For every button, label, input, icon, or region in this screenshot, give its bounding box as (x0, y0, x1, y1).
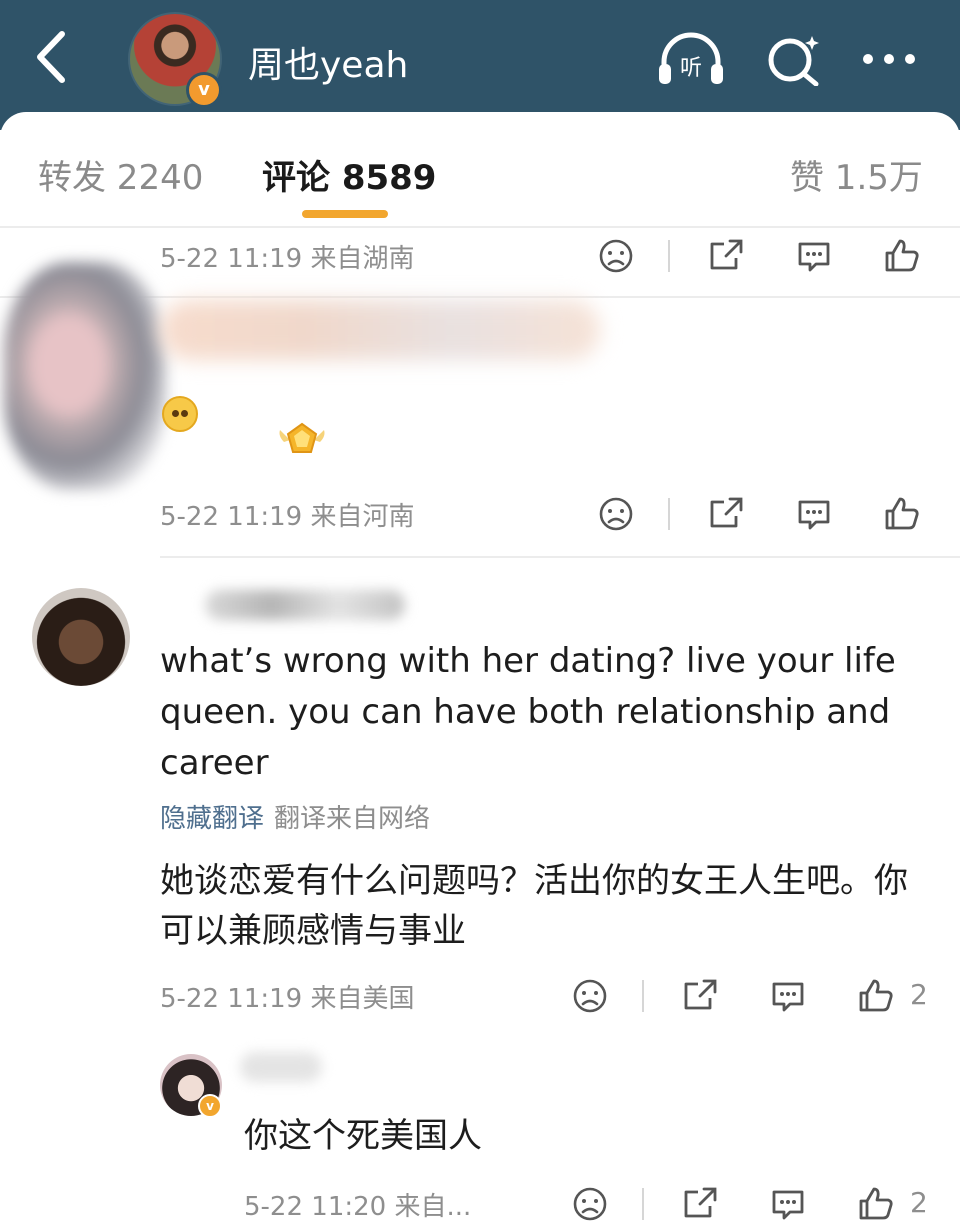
blurred-username (205, 590, 405, 620)
translation-source: 翻译来自网络 (274, 804, 431, 834)
dislike-icon[interactable] (570, 976, 610, 1016)
divider (0, 226, 960, 228)
tab-likes[interactable]: 赞 1.5万 (790, 150, 923, 199)
search-icon[interactable] (762, 32, 826, 87)
hide-translation-link[interactable]: 隐藏翻译 (160, 804, 264, 834)
listen-label: 听 (680, 56, 702, 81)
like-icon[interactable] (882, 236, 922, 276)
reply-icon[interactable] (794, 494, 834, 534)
reply-icon[interactable] (768, 976, 808, 1016)
divider (160, 556, 960, 558)
verified-badge: v (186, 72, 222, 108)
translation-row: 隐藏翻译 翻译来自网络 (160, 798, 430, 835)
tab-bar: 转发 2240 评论 8589 赞 1.5万 (0, 140, 960, 226)
share-icon[interactable] (680, 976, 720, 1016)
comment-translation: 她谈恋爱有什么问题吗？活出你的女王人生吧。你可以兼顾感情与事业 (160, 861, 908, 951)
timestamp: 5-22 11:19 来自河南 (160, 502, 415, 532)
top-bar: v 周也yeah 听 (0, 0, 960, 130)
share-icon[interactable] (706, 494, 746, 534)
separator (642, 980, 644, 1012)
tab-repost[interactable]: 转发 2240 (38, 150, 203, 199)
timestamp: 5-22 11:20 来自... (244, 1192, 472, 1222)
reply-icon[interactable] (794, 236, 834, 276)
dislike-icon[interactable] (596, 236, 636, 276)
dislike-icon[interactable] (596, 494, 636, 534)
comment-meta: 5-22 11:19 来自河南 (160, 494, 940, 538)
more-icon[interactable] (856, 32, 922, 86)
avatar[interactable] (32, 588, 130, 686)
medal-icon (276, 416, 328, 464)
like-count: 2 (910, 1186, 928, 1219)
separator (642, 1188, 644, 1220)
like-icon[interactable] (882, 494, 922, 534)
emoji-icon (162, 396, 198, 432)
tab-comments[interactable]: 评论 8589 (262, 150, 436, 199)
avatar[interactable] (4, 262, 166, 490)
back-icon[interactable] (30, 28, 78, 86)
share-icon[interactable] (680, 1184, 720, 1224)
reply-text: 你这个死美国人 (244, 1116, 482, 1156)
like-count: 2 (910, 978, 928, 1011)
comment-meta: 5-22 11:20 来自... 2 (244, 1184, 940, 1227)
timestamp: 5-22 11:19 来自美国 (160, 984, 415, 1014)
like-icon[interactable] (856, 1184, 896, 1224)
reply-icon[interactable] (768, 1184, 808, 1224)
timestamp: 5-22 11:19 来自湖南 (160, 244, 415, 274)
comment-meta: 5-22 11:19 来自湖南 (160, 236, 940, 280)
blurred-username (240, 1052, 322, 1082)
verified-badge: v (198, 1094, 222, 1118)
tab-indicator (302, 210, 388, 218)
comment-text: what’s wrong with her dating? live your … (160, 641, 896, 783)
like-icon[interactable] (856, 976, 896, 1016)
comment-meta: 5-22 11:19 来自美国 2 (160, 976, 940, 1020)
separator (668, 498, 670, 530)
blurred-username (160, 300, 600, 360)
page-title: 周也yeah (248, 45, 409, 86)
dislike-icon[interactable] (570, 1184, 610, 1224)
share-icon[interactable] (706, 236, 746, 276)
listen-icon[interactable]: 听 (656, 32, 726, 86)
separator (668, 240, 670, 272)
